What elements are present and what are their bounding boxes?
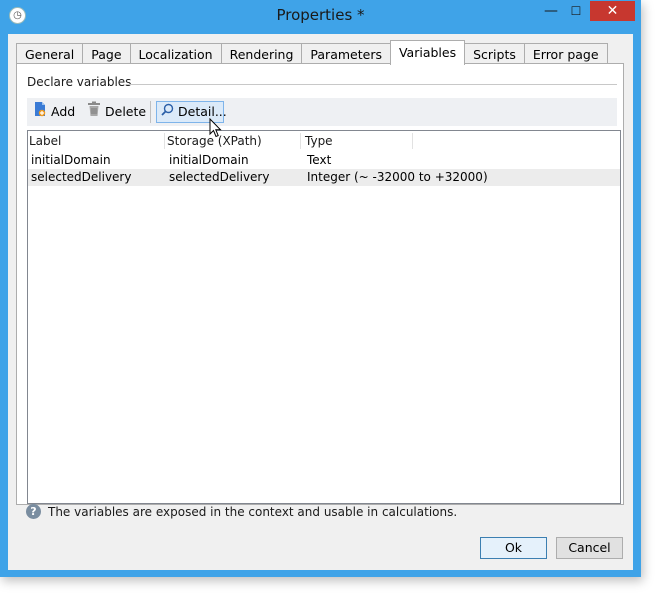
tab-scripts[interactable]: Scripts xyxy=(464,43,525,65)
row-storage-cell: selectedDelivery xyxy=(169,170,270,184)
help-hint: ? The variables are exposed in the conte… xyxy=(26,504,457,519)
column-divider xyxy=(412,133,413,149)
column-divider xyxy=(164,133,165,149)
question-icon: ? xyxy=(26,504,41,519)
minimize-button[interactable]: — xyxy=(538,1,564,21)
tab-rendering[interactable]: Rendering xyxy=(220,43,303,65)
tab-strip: General Page Localization Rendering Para… xyxy=(16,40,608,65)
row-label-cell: selectedDelivery xyxy=(31,170,132,184)
tab-parameters[interactable]: Parameters xyxy=(301,43,391,65)
tab-variables[interactable]: Variables xyxy=(389,40,466,65)
variables-grid[interactable]: Label Storage (XPath) Type initialDomain… xyxy=(27,130,621,504)
magnifier-icon xyxy=(161,101,174,123)
delete-button[interactable]: Delete xyxy=(87,101,146,123)
row-label-cell: initialDomain xyxy=(31,153,111,167)
tab-general[interactable]: General xyxy=(16,43,84,65)
section-title: Declare variables xyxy=(27,75,132,89)
row-type-cell: Text xyxy=(307,153,332,167)
tab-page[interactable]: Page xyxy=(82,43,131,65)
delete-label: Delete xyxy=(105,104,147,119)
table-row[interactable]: selectedDelivery selectedDelivery Intege… xyxy=(28,169,620,186)
tab-localization[interactable]: Localization xyxy=(129,43,222,65)
column-header-type[interactable]: Type xyxy=(305,131,333,151)
add-icon xyxy=(33,101,47,124)
dialog-client: General Page Localization Rendering Para… xyxy=(8,34,633,570)
grid-header: Label Storage (XPath) Type xyxy=(28,131,620,151)
row-storage-cell: initialDomain xyxy=(169,153,249,167)
trash-icon xyxy=(87,101,101,124)
maximize-button[interactable]: ☐ xyxy=(563,1,589,21)
column-divider xyxy=(300,133,301,149)
close-button[interactable]: ✕ xyxy=(590,1,635,21)
section-divider xyxy=(127,84,617,85)
add-button[interactable]: Add xyxy=(33,101,75,123)
column-header-label[interactable]: Label xyxy=(29,131,61,151)
row-type-cell: Integer (~ -32000 to +32000) xyxy=(307,170,488,184)
variables-panel: Declare variables Add Delete Detail... L… xyxy=(16,63,624,505)
help-text: The variables are exposed in the context… xyxy=(48,504,458,519)
ok-button[interactable]: Ok xyxy=(480,537,547,559)
tab-error-page[interactable]: Error page xyxy=(523,43,608,65)
toolbar-separator xyxy=(150,101,151,123)
properties-window: ◷ Properties * — ☐ ✕ General Page Locali… xyxy=(0,0,641,577)
add-label: Add xyxy=(51,104,76,119)
title-bar[interactable]: ◷ Properties * — ☐ ✕ xyxy=(0,0,641,33)
cancel-button[interactable]: Cancel xyxy=(556,537,623,559)
variables-toolbar: Add Delete Detail... xyxy=(27,98,617,126)
table-row[interactable]: initialDomain initialDomain Text xyxy=(28,152,620,169)
